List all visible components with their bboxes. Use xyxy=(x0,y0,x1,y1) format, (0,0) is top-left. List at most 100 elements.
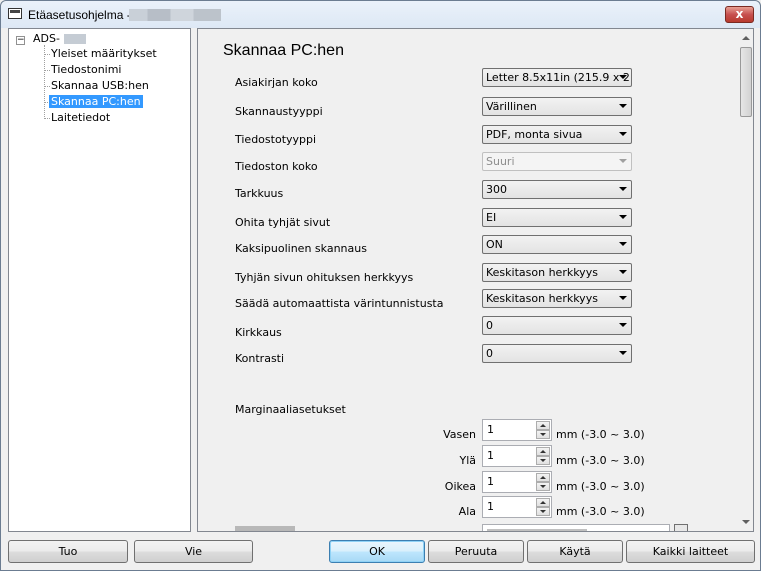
margin-settings-heading: Marginaaliasetukset xyxy=(235,403,346,416)
collapse-icon[interactable]: − xyxy=(16,36,25,45)
select-value: Keskitason herkkyys xyxy=(486,266,598,279)
tree-item-label: Skannaa USB:hen xyxy=(51,79,149,92)
margin-top-spinner[interactable]: 1 xyxy=(482,445,552,467)
contrast-select[interactable]: 0 xyxy=(482,344,632,363)
setting-label-skip-blank: Ohita tyhjät sivut xyxy=(235,216,331,229)
tree-item-scan-to-pc[interactable]: Skannaa PC:hen xyxy=(49,94,143,110)
spin-up-icon[interactable] xyxy=(536,473,550,482)
spin-up-icon[interactable] xyxy=(536,447,550,456)
skip-blank-select[interactable]: EI xyxy=(482,208,632,227)
chevron-down-icon xyxy=(619,104,627,108)
page-title: Skannaa PC:hen xyxy=(223,42,344,59)
spinner-value[interactable]: 1 xyxy=(487,449,494,462)
chevron-down-icon xyxy=(619,351,627,355)
margin-right-label: Oikea xyxy=(444,480,476,493)
select-value: ON xyxy=(486,238,503,251)
margin-unit-label: mm (-3.0 ~ 3.0) xyxy=(556,480,645,493)
tree-root-label: ADS- xyxy=(33,32,60,45)
setting-label-blank-sensitivity: Tyhjän sivun ohituksen herkkyys xyxy=(235,271,414,284)
setting-label-resolution: Tarkkuus xyxy=(235,187,284,200)
margin-unit-label: mm (-3.0 ~ 3.0) xyxy=(556,454,645,467)
chevron-down-icon xyxy=(619,132,627,136)
cut-off-path-field[interactable] xyxy=(482,524,670,531)
spin-down-icon[interactable] xyxy=(536,456,550,465)
select-value: 0 xyxy=(486,319,493,332)
settings-tree: − ADS- Yleiset määritykset Tiedostonimi … xyxy=(8,28,191,532)
duplex-select[interactable]: ON xyxy=(482,235,632,254)
setting-label-color-detection: Säädä automaattista värintunnistusta xyxy=(235,297,444,310)
resolution-select[interactable]: 300 xyxy=(482,180,632,199)
margin-left-label: Vasen xyxy=(443,428,476,441)
tree-connector xyxy=(44,45,45,117)
setting-label-scan-type: Skannaustyyppi xyxy=(235,105,323,118)
select-value: EI xyxy=(486,211,497,224)
export-button[interactable]: Vie xyxy=(134,540,253,563)
spinner-value[interactable]: 1 xyxy=(487,423,494,436)
ok-button[interactable]: OK xyxy=(329,540,425,563)
setting-label-duplex: Kaksipuolinen skannaus xyxy=(235,242,367,255)
browse-button[interactable] xyxy=(674,524,688,531)
chevron-down-icon xyxy=(619,75,627,79)
chevron-down-icon xyxy=(619,187,627,191)
tree-root[interactable]: ADS- xyxy=(31,31,86,47)
margin-right-spinner[interactable]: 1 xyxy=(482,471,552,493)
app-icon xyxy=(8,8,22,19)
cancel-button[interactable]: Peruuta xyxy=(428,540,524,563)
tree-item-scan-to-usb[interactable]: Skannaa USB:hen xyxy=(49,78,151,94)
scrollbar-thumb[interactable] xyxy=(740,47,752,117)
spin-up-icon[interactable] xyxy=(536,421,550,430)
import-button[interactable]: Tuo xyxy=(8,540,128,563)
redacted-device-name xyxy=(129,9,221,21)
spin-down-icon[interactable] xyxy=(536,507,550,516)
blank-sensitivity-select[interactable]: Keskitason herkkyys xyxy=(482,263,632,282)
setting-label-file-type: Tiedostotyyppi xyxy=(235,133,317,146)
file-size-select: Suuri xyxy=(482,152,632,171)
title-bar: Etäasetusohjelma - x xyxy=(1,1,760,28)
spin-up-icon[interactable] xyxy=(536,498,550,507)
tree-item-device-info[interactable]: Laitetiedot xyxy=(49,110,112,126)
all-devices-button[interactable]: Kaikki laitteet xyxy=(626,540,755,563)
spin-down-icon[interactable] xyxy=(536,482,550,491)
tree-item-label: Tiedostonimi xyxy=(51,63,122,76)
chevron-down-icon xyxy=(619,159,627,163)
margin-unit-label: mm (-3.0 ~ 3.0) xyxy=(556,428,645,441)
select-value: Keskitason herkkyys xyxy=(486,292,598,305)
file-type-select[interactable]: PDF, monta sivua xyxy=(482,125,632,144)
select-value: 300 xyxy=(486,183,507,196)
margin-bottom-label: Ala xyxy=(458,505,476,518)
document-size-select[interactable]: Letter 8.5x11in (215.9 x 2 xyxy=(482,68,632,87)
scroll-up-icon[interactable] xyxy=(742,36,750,40)
tree-item-label: Laitetiedot xyxy=(51,111,111,124)
scan-type-select[interactable]: Värillinen xyxy=(482,97,632,116)
tree-item-label: Yleiset määritykset xyxy=(51,47,157,60)
color-detection-select[interactable]: Keskitason herkkyys xyxy=(482,289,632,308)
setting-label-brightness: Kirkkaus xyxy=(235,326,282,339)
margin-bottom-spinner[interactable]: 1 xyxy=(482,496,552,518)
spinner-value[interactable]: 1 xyxy=(487,475,494,488)
select-value: Värillinen xyxy=(486,100,537,113)
cut-off-setting-label xyxy=(235,526,295,531)
margin-unit-label: mm (-3.0 ~ 3.0) xyxy=(556,505,645,518)
select-value: Letter 8.5x11in (215.9 x 2 xyxy=(486,71,630,84)
chevron-down-icon xyxy=(619,242,627,246)
spin-down-icon[interactable] xyxy=(536,430,550,439)
window-title: Etäasetusohjelma - xyxy=(28,8,131,22)
tree-item-label: Skannaa PC:hen xyxy=(49,95,143,108)
spinner-value[interactable]: 1 xyxy=(487,500,494,513)
brightness-select[interactable]: 0 xyxy=(482,316,632,335)
apply-button[interactable]: Käytä xyxy=(527,540,623,563)
settings-panel: Skannaa PC:hen Asiakirjan koko Letter 8.… xyxy=(197,28,754,532)
vertical-scrollbar[interactable] xyxy=(739,29,753,531)
chevron-down-icon xyxy=(619,270,627,274)
select-value: PDF, monta sivua xyxy=(486,128,583,141)
setting-label-document-size: Asiakirjan koko xyxy=(235,76,318,89)
scroll-down-icon[interactable] xyxy=(742,520,750,524)
select-value: 0 xyxy=(486,347,493,360)
margin-left-spinner[interactable]: 1 xyxy=(482,419,552,441)
select-value: Suuri xyxy=(486,155,515,168)
tree-item-filename[interactable]: Tiedostonimi xyxy=(49,62,124,78)
close-button[interactable]: x xyxy=(725,6,754,23)
tree-item-general[interactable]: Yleiset määritykset xyxy=(49,46,159,62)
chevron-down-icon xyxy=(619,215,627,219)
setting-label-file-size: Tiedoston koko xyxy=(235,160,318,173)
